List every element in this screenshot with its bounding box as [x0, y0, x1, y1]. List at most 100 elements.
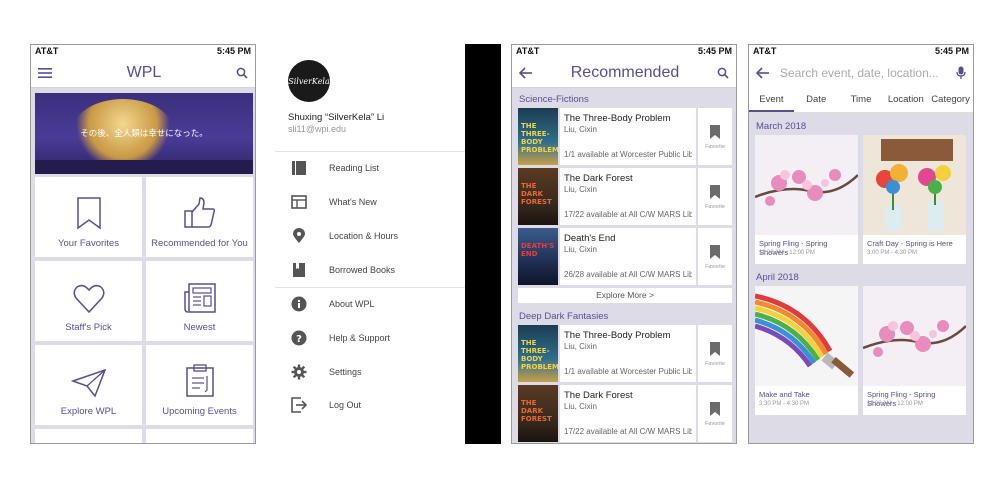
hamburger-menu-icon[interactable] — [38, 67, 52, 79]
favorite-button[interactable]: Favorite — [698, 325, 732, 382]
paper-flowers-image — [863, 135, 966, 235]
svg-text:?: ? — [296, 334, 302, 345]
bookmark-icon — [710, 341, 720, 356]
back-arrow-icon[interactable] — [756, 67, 770, 79]
book-title: The Three-Body Problem — [564, 330, 671, 341]
newspaper-icon — [183, 283, 216, 313]
favorite-label: Favorite — [705, 360, 725, 367]
tile-label: Your Favorites — [58, 238, 119, 249]
event-card[interactable]: Craft Day - Spring is Here 3:00 PM - 4:3… — [863, 135, 966, 264]
book-card[interactable]: DEATH'S END Death's End Liu, Cixin 26/28… — [518, 228, 732, 285]
book-info: The Three-Body Problem Liu, Cixin 1/1 av… — [560, 325, 696, 382]
filter-tabs: Event Date Time Location Category — [749, 88, 973, 113]
tile-upcoming-events[interactable]: Upcoming Events — [146, 345, 253, 425]
book-availability: 17/22 available at All C/W MARS Lib... — [564, 210, 692, 219]
cover-title: THE THREE-BODY PROBLEM — [521, 339, 558, 371]
section-header: Science-Fictions — [519, 94, 589, 105]
search-icon[interactable] — [717, 67, 729, 79]
search-input[interactable]: Search event, date, location... — [780, 66, 956, 80]
tab-time[interactable]: Time — [839, 88, 884, 112]
event-title: Craft Day - Spring is Here — [867, 239, 953, 248]
cherry-blossom-image — [755, 135, 858, 235]
book-card[interactable]: THE DARK FOREST The Dark Forest Liu, Cix… — [518, 168, 732, 225]
event-time: 11:00 AM - 12:00 PM — [759, 250, 815, 256]
microphone-icon[interactable] — [956, 66, 966, 80]
carrier-label: AT&T — [516, 46, 540, 56]
banner-ground — [35, 160, 253, 174]
book-title: The Three-Body Problem — [564, 113, 671, 124]
tile-explore-wpl[interactable]: Explore WPL — [35, 345, 142, 425]
menu-item-reading-list[interactable]: Reading List — [275, 155, 465, 181]
month-header: April 2018 — [756, 272, 799, 283]
book-info: The Dark Forest Liu, Cixin 17/22 availab… — [560, 385, 696, 442]
drawer-scrim[interactable] — [465, 44, 501, 444]
book-author: Liu, Cixin — [564, 402, 597, 411]
tile-label: Staff's Pick — [65, 322, 112, 333]
menu-item-borrowed-books[interactable]: Borrowed Books — [275, 257, 465, 283]
book-cover: DEATH'S END — [518, 228, 558, 285]
tab-category[interactable]: Category — [928, 88, 973, 112]
tile-your-favorites[interactable]: Your Favorites — [35, 177, 142, 257]
avatar[interactable]: SilverKela — [288, 60, 330, 102]
menu-item-log-out[interactable]: Log Out — [275, 392, 465, 418]
event-title: Make and Take — [759, 390, 810, 399]
favorite-label: Favorite — [705, 143, 725, 150]
book-availability: 1/1 available at Worcester Public Lib... — [564, 367, 692, 376]
menu-item-label: Reading List — [329, 163, 380, 173]
book-availability: 17/22 available at All C/W MARS Lib... — [564, 427, 692, 436]
event-time: 3:00 PM - 4:30 PM — [867, 250, 918, 256]
app-bar: WPL — [31, 58, 255, 88]
screen-title: Recommended — [570, 63, 680, 81]
carrier-label: AT&T — [753, 46, 777, 56]
menu-item-about-wpl[interactable]: About WPL — [275, 291, 465, 317]
hero-banner[interactable]: その後、全人類は幸せになった。 — [35, 93, 253, 174]
book-cover: THE DARK FOREST — [518, 385, 558, 442]
month-header: March 2018 — [756, 121, 807, 132]
search-icon[interactable] — [236, 67, 248, 79]
status-bar: AT&T 5:45 PM — [512, 45, 736, 58]
menu-item-whats-new[interactable]: What's New — [275, 189, 465, 215]
book-icon — [289, 262, 309, 278]
cover-title: THE DARK FOREST — [521, 182, 552, 206]
divider — [275, 151, 465, 152]
location-pin-icon — [289, 228, 309, 244]
favorite-button[interactable]: Favorite — [698, 385, 732, 442]
book-cover: THE DARK FOREST — [518, 168, 558, 225]
favorite-button[interactable]: Favorite — [698, 108, 732, 165]
book-card[interactable]: THE DARK FOREST The Dark Forest Liu, Cix… — [518, 385, 732, 442]
favorite-label: Favorite — [705, 203, 725, 210]
event-time: 3:30 PM - 4:30 PM — [759, 401, 810, 407]
event-card[interactable]: Spring Fling - Spring Showers 11:00 AM -… — [863, 286, 966, 415]
tile-staffs-pick[interactable]: Staff's Pick — [35, 261, 142, 341]
paper-plane-icon — [70, 368, 106, 398]
tab-location[interactable]: Location — [883, 88, 928, 112]
explore-more-button[interactable]: Explore More > — [518, 288, 732, 303]
menu-item-label: Log Out — [329, 400, 362, 410]
favorite-button[interactable]: Favorite — [698, 168, 732, 225]
book-title: Death's End — [564, 233, 616, 244]
back-arrow-icon[interactable] — [519, 66, 533, 79]
tab-event[interactable]: Event — [749, 88, 794, 112]
tile-partial[interactable] — [35, 429, 142, 443]
book-card[interactable]: THE THREE-BODY PROBLEM The Three-Body Pr… — [518, 108, 732, 165]
menu-item-settings[interactable]: Settings — [275, 359, 465, 385]
app-title: WPL — [126, 63, 162, 81]
info-icon — [289, 296, 309, 312]
cover-title: THE DARK FOREST — [521, 399, 552, 423]
user-email: sli11@wpi.edu — [288, 124, 346, 134]
clipboard-icon — [185, 364, 214, 397]
tile-newest[interactable]: Newest — [146, 261, 253, 341]
event-card[interactable]: Spring Fling - Spring Showers 11:00 AM -… — [755, 135, 858, 264]
tile-recommended[interactable]: Recommended for You — [146, 177, 253, 257]
book-card[interactable]: THE THREE-BODY PROBLEM The Three-Body Pr… — [518, 325, 732, 382]
recommended-screen: AT&T 5:45 PM Recommended Science-Fiction… — [511, 44, 737, 444]
menu-item-help-support[interactable]: ? Help & Support — [275, 325, 465, 351]
bookmark-icon — [76, 197, 101, 230]
menu-item-location-hours[interactable]: Location & Hours — [275, 223, 465, 249]
menu-item-label: Borrowed Books — [329, 265, 396, 275]
event-card[interactable]: Make and Take 3:30 PM - 4:30 PM — [755, 286, 858, 415]
favorite-button[interactable]: Favorite — [698, 228, 732, 285]
tile-partial[interactable] — [146, 429, 253, 443]
tab-date[interactable]: Date — [794, 88, 839, 112]
cover-title: THE THREE-BODY PROBLEM — [521, 122, 558, 154]
